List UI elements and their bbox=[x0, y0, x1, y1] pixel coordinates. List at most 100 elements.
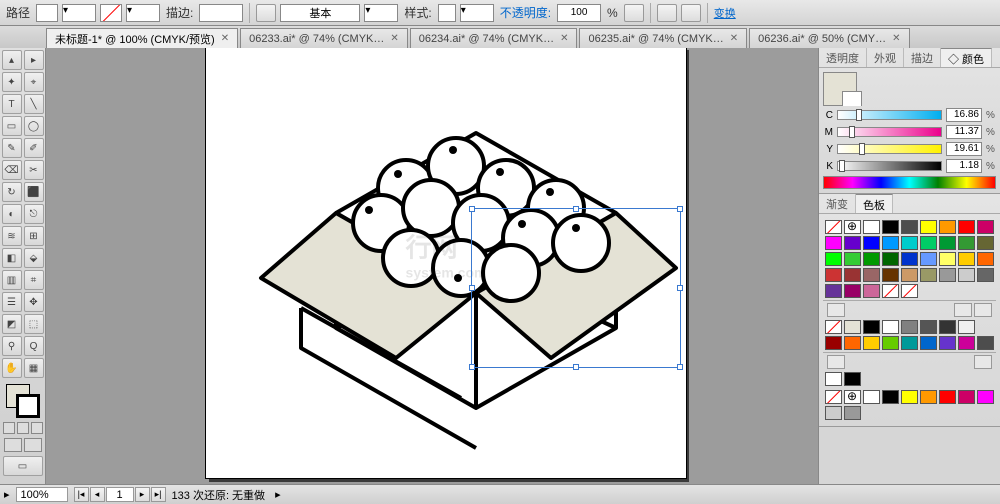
swatch[interactable] bbox=[958, 252, 975, 266]
status-play-icon[interactable]: ▸ bbox=[275, 488, 281, 501]
brush-basic-field[interactable]: 基本 bbox=[280, 4, 360, 22]
zoom-field[interactable]: 100% bbox=[16, 487, 68, 502]
swatch[interactable] bbox=[863, 320, 880, 334]
panel-tab[interactable]: 透明度 bbox=[819, 48, 867, 67]
swatch[interactable] bbox=[939, 252, 956, 266]
free-transform-tool[interactable]: ⎋ bbox=[24, 204, 44, 224]
fill-swatch[interactable] bbox=[36, 4, 58, 22]
swatch[interactable] bbox=[863, 220, 880, 234]
swatch[interactable] bbox=[825, 284, 842, 298]
swatch[interactable] bbox=[844, 406, 861, 420]
mesh-tool[interactable]: ⬙ bbox=[24, 248, 44, 268]
perspective-tool[interactable]: ◧ bbox=[2, 248, 22, 268]
swatch[interactable] bbox=[901, 268, 918, 282]
close-icon[interactable]: ✕ bbox=[892, 33, 900, 44]
spectrum-bar[interactable] bbox=[823, 176, 996, 189]
swatch[interactable] bbox=[882, 336, 899, 350]
close-icon[interactable]: ✕ bbox=[221, 33, 229, 44]
fill-dropdown[interactable]: ▾ bbox=[62, 4, 96, 22]
canvas-area[interactable]: 行网system.com bbox=[46, 48, 818, 484]
stroke-swatch[interactable] bbox=[100, 4, 122, 22]
swatch[interactable] bbox=[863, 336, 880, 350]
fill-stroke-indicator[interactable] bbox=[6, 384, 40, 418]
swatch[interactable] bbox=[939, 220, 956, 234]
document-tab[interactable]: 06233.ai* @ 74% (CMYK…✕ bbox=[240, 28, 408, 48]
selection-tool[interactable]: ▴ bbox=[2, 50, 22, 70]
swatch[interactable] bbox=[882, 252, 899, 266]
swatch-menu-button[interactable] bbox=[974, 355, 992, 369]
swatch-lib-button[interactable] bbox=[827, 355, 845, 369]
draw-normal-button[interactable] bbox=[4, 438, 22, 452]
panel-tab[interactable]: 色板 bbox=[856, 194, 893, 213]
direct-selection-tool[interactable]: ▸ bbox=[24, 50, 44, 70]
swatch[interactable] bbox=[977, 220, 994, 234]
transform-link[interactable]: 变换 bbox=[714, 5, 736, 21]
color-value-field[interactable]: 1.18 bbox=[946, 159, 982, 173]
swatch[interactable] bbox=[939, 268, 956, 282]
swatch[interactable] bbox=[901, 336, 918, 350]
swatch[interactable] bbox=[958, 336, 975, 350]
document-tab[interactable]: 06234.ai* @ 74% (CMYK…✕ bbox=[410, 28, 578, 48]
opacity-field[interactable] bbox=[557, 4, 601, 22]
swatch[interactable] bbox=[901, 284, 918, 298]
swatch[interactable] bbox=[920, 390, 937, 404]
swatch[interactable] bbox=[977, 236, 994, 250]
swatch[interactable] bbox=[863, 252, 880, 266]
type-tool[interactable]: T bbox=[2, 94, 22, 114]
color-slider-y[interactable] bbox=[837, 144, 942, 154]
swatch[interactable] bbox=[844, 372, 861, 386]
swatch[interactable] bbox=[882, 320, 899, 334]
document-tab[interactable]: 06236.ai* @ 50% (CMY…✕ bbox=[749, 28, 909, 48]
first-artboard-button[interactable]: |◂ bbox=[74, 487, 89, 502]
swatch[interactable] bbox=[958, 220, 975, 234]
swatch[interactable] bbox=[977, 336, 994, 350]
swatch[interactable] bbox=[825, 252, 842, 266]
swatch[interactable] bbox=[901, 390, 918, 404]
color-value-field[interactable]: 11.37 bbox=[946, 125, 982, 139]
document-tab[interactable]: 未标题-1* @ 100% (CMYK/预览)✕ bbox=[46, 28, 238, 48]
swatch[interactable] bbox=[958, 390, 975, 404]
zoom-tool[interactable]: Q bbox=[24, 336, 44, 356]
color-mode-button[interactable] bbox=[3, 422, 15, 434]
swatch[interactable] bbox=[825, 220, 842, 234]
swatch[interactable] bbox=[939, 236, 956, 250]
panel-tab[interactable]: 描边 bbox=[904, 48, 941, 67]
swatch[interactable] bbox=[863, 284, 880, 298]
rotate-tool[interactable]: ↻ bbox=[2, 182, 22, 202]
color-slider-m[interactable] bbox=[837, 127, 942, 137]
stroke-width-field[interactable] bbox=[199, 4, 243, 22]
swatch[interactable] bbox=[882, 268, 899, 282]
eraser-tool[interactable]: ⌫ bbox=[2, 160, 22, 180]
screen-mode-button[interactable]: ▭ bbox=[3, 456, 43, 476]
magic-wand-tool[interactable]: ✦ bbox=[2, 72, 22, 92]
swatch[interactable] bbox=[901, 320, 918, 334]
swatch[interactable] bbox=[844, 390, 861, 404]
opacity-label[interactable]: 不透明度: bbox=[498, 4, 553, 21]
shape-builder-tool[interactable]: ⊞ bbox=[24, 226, 44, 246]
next-artboard-button[interactable]: ▸ bbox=[135, 487, 150, 502]
swatch[interactable] bbox=[958, 268, 975, 282]
panel-tab[interactable]: 渐变 bbox=[819, 194, 856, 213]
width-tool[interactable]: ◐ bbox=[2, 204, 22, 224]
stroke-dropdown[interactable]: ▾ bbox=[126, 4, 160, 22]
color-value-field[interactable]: 19.61 bbox=[946, 142, 982, 156]
last-artboard-button[interactable]: ▸| bbox=[151, 487, 166, 502]
close-icon[interactable]: ✕ bbox=[560, 33, 568, 44]
gradient-tool[interactable]: ▥ bbox=[2, 270, 22, 290]
close-icon[interactable]: ✕ bbox=[730, 33, 738, 44]
document-tab[interactable]: 06235.ai* @ 74% (CMYK…✕ bbox=[579, 28, 747, 48]
color-panel-swatch[interactable] bbox=[823, 72, 857, 106]
swatch[interactable] bbox=[882, 220, 899, 234]
color-slider-c[interactable] bbox=[837, 110, 942, 120]
swatch[interactable] bbox=[844, 336, 861, 350]
panel-tab[interactable]: 外观 bbox=[867, 48, 904, 67]
swatch[interactable] bbox=[825, 372, 842, 386]
symbol-tool[interactable]: ✥ bbox=[24, 292, 44, 312]
swatch[interactable] bbox=[920, 320, 937, 334]
new-swatch-button[interactable] bbox=[954, 303, 972, 317]
paintbrush-tool[interactable]: ✐ bbox=[24, 138, 44, 158]
line-tool[interactable]: ╲ bbox=[24, 94, 44, 114]
artboard-number-field[interactable]: 1 bbox=[106, 487, 134, 502]
swatch[interactable] bbox=[939, 320, 956, 334]
brush-dropdown[interactable]: ▾ bbox=[364, 4, 398, 22]
